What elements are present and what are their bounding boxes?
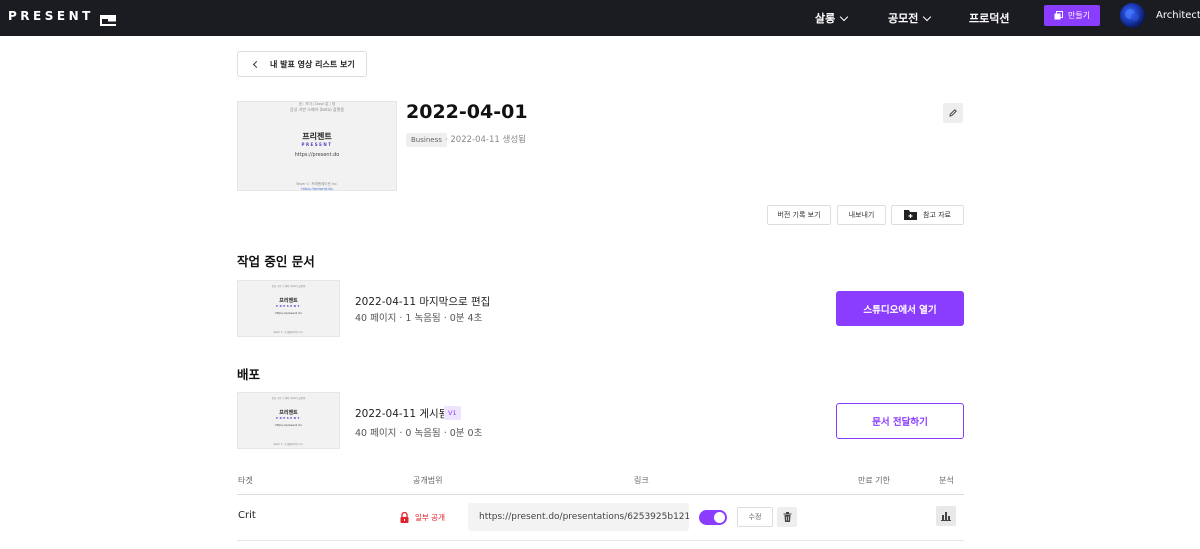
nav-contest-label: 공모전 [888,12,919,25]
nav-salon[interactable]: 살롱 [815,10,849,26]
export-button[interactable]: 내보내기 [837,205,886,225]
scope-label: 일부 공개 [415,513,445,522]
present-logo[interactable]: PRESENT [8,9,116,26]
thumbnail-brand: 프리젠트 [302,132,332,141]
row-target: Crit [238,510,256,521]
reference-button[interactable]: 참고 자료 [891,205,964,225]
logo-text: PRESENT [8,9,94,23]
lock-icon [400,512,409,523]
back-button-label: 내 발표 영상 리스트 보기 [270,59,355,69]
thumbnail-brand-sub: PRESENT [301,142,333,147]
make-button-label: 만들기 [1067,11,1091,20]
open-in-studio-button[interactable]: 스튜디오에서 열기 [836,291,964,326]
version-history-label: 버전 기록 보기 [777,211,821,219]
thumbnail-bottom-link: https://present.do [301,187,333,191]
column-header-analytics: 분석 [939,476,954,485]
thumbnail-brand: 프리젠트 [279,298,298,304]
thumbnail-url: https://present.do [294,152,340,158]
edit-share-label: 수정 [748,513,762,521]
thumbnail-brand: 프리젠트 [279,410,298,416]
working-edited-text: 2022-04-11 마지막으로 편집 [355,296,491,308]
deploy-stats-text: 40 페이지 · 0 녹음됨 · 0분 0초 [355,428,483,439]
reference-label: 참고 자료 [923,211,951,219]
column-header-target: 타겟 [238,476,253,485]
thumbnail-url: https://present.do [275,311,302,315]
version-badge: V1 [444,406,461,420]
deploy-thumbnail[interactable]: 음성 기반 스페어 (beta) 플랫폼 프리젠트 PRESENT https:… [237,392,340,449]
nav-production-label: 프로덕션 [969,12,1010,25]
thumbnail-bottom-line: Team 'L' 프레젠테이션 Inc. [273,331,304,334]
share-link-field[interactable]: https://present.do/presentations/6253925… [468,503,689,531]
chevron-down-icon [923,12,932,21]
working-section-title: 작업 중인 문서 [237,254,315,269]
toggle-knob [714,512,725,523]
chevron-left-icon [252,60,261,68]
make-button[interactable]: 만들기 [1044,5,1100,26]
open-in-studio-label: 스튜디오에서 열기 [863,304,937,316]
table-header-divider [237,494,964,495]
thumbnail-top-line-2: 음성 기반 스페어 (beta) 플랫폼 [271,397,306,400]
back-to-list-button[interactable]: 내 발표 영상 리스트 보기 [237,51,367,77]
deploy-section-title: 배포 [237,367,261,382]
table-row-divider [237,540,964,541]
presentation-thumbnail[interactable]: 표 : 보기 / Dash 없 / 영 음성 기반 스페어 (beta) 플랫폼… [237,101,397,191]
deploy-published-text: 2022-04-11 게시됨 [355,408,449,420]
pencil-icon [949,109,957,117]
thumbnail-bottom-line: Team 'L' 프레젠테이션 Inc. [273,443,304,446]
thumbnail-top-line-2: 음성 기반 스페어 (beta) 플랫폼 [271,285,306,288]
working-stats-text: 40 페이지 · 1 녹음됨 · 0분 4초 [355,313,483,324]
chevron-down-icon [840,12,849,21]
nav-salon-label: 살롱 [815,12,836,25]
edit-share-button[interactable]: 수정 [737,507,773,527]
folder-add-icon [904,210,917,220]
category-badge: Business [406,133,447,147]
thumbnail-top-line-2: 음성 기반 스페어 (beta) 플랫폼 [289,107,345,112]
scope-cell[interactable]: 일부 공개 [400,512,445,523]
share-link-text: https://present.do/presentations/6253925… [479,512,689,522]
nav-production[interactable]: 프로덕션 [969,10,1009,26]
bar-chart-icon [941,512,951,521]
copy-icon [1054,11,1063,20]
page-title: 2022-04-01 [406,101,528,123]
created-date: · 2022-04-11 생성됨 [445,135,526,145]
avatar[interactable] [1120,3,1145,28]
column-header-link: 링크 [634,476,649,485]
working-thumbnail[interactable]: 음성 기반 스페어 (beta) 플랫폼 프리젠트 PRESENT https:… [237,280,340,337]
column-header-expiry: 만료 기한 [858,476,890,485]
export-label: 내보내기 [848,211,875,219]
share-toggle[interactable] [699,510,727,525]
thumbnail-brand-sub: PRESENT [276,416,301,420]
analytics-button[interactable] [936,506,956,526]
deliver-document-label: 문서 전달하기 [872,417,928,428]
trash-icon [783,512,791,522]
nav-contest[interactable]: 공모전 [888,10,932,26]
version-history-button[interactable]: 버전 기록 보기 [767,205,831,225]
top-navigation-bar: PRESENT 살롱 공모전 프로덕션 만들기 Architect [0,0,1200,36]
thumbnail-url: https://present.do [275,423,302,427]
deliver-document-button[interactable]: 문서 전달하기 [836,403,964,439]
logo-mark-icon [99,11,116,26]
delete-share-button[interactable] [777,507,797,527]
thumbnail-brand-sub: PRESENT [276,304,301,308]
edit-title-button[interactable] [943,103,963,123]
username[interactable]: Architect [1156,10,1200,21]
column-header-scope: 공개범위 [413,476,443,485]
